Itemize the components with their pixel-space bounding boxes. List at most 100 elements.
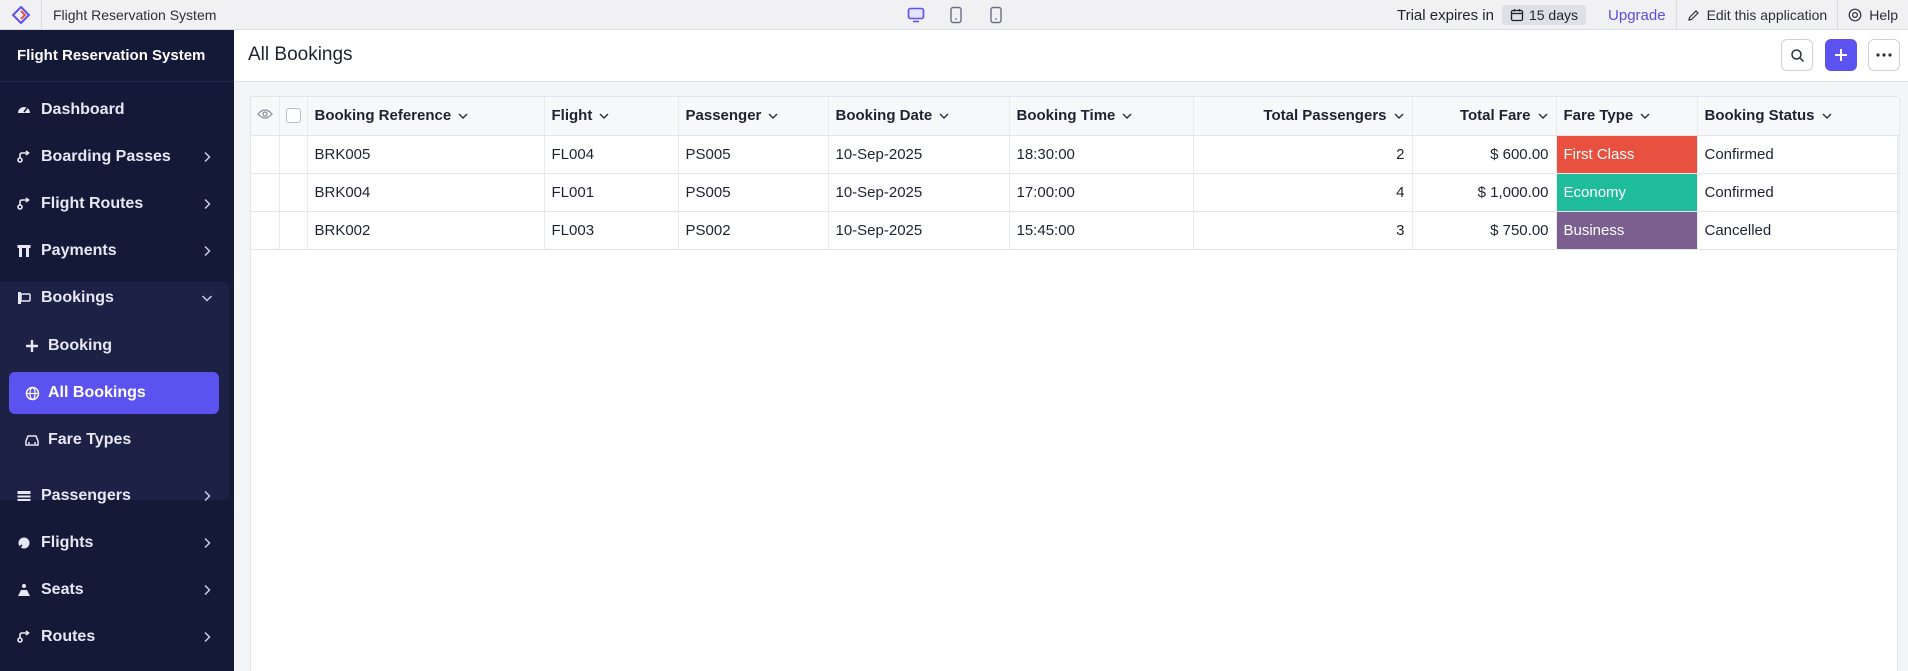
cell-flight: FL004 <box>544 135 679 174</box>
table-row[interactable]: BRK004 FL001 PS005 10-Sep-2025 17:00:00 … <box>251 173 1900 212</box>
column-header-booking-date[interactable]: Booking Date <box>828 97 1010 136</box>
column-header-flight[interactable]: Flight <box>544 97 679 136</box>
search-icon <box>1790 48 1804 62</box>
eye-icon <box>256 109 273 119</box>
column-header-booking-status[interactable]: Booking Status <box>1697 97 1900 136</box>
cell-total-passengers: 2 <box>1193 135 1413 174</box>
mobile-view-icon[interactable] <box>985 4 1007 26</box>
column-header-label: Total Fare <box>1459 107 1531 125</box>
cell-booking-date: 10-Sep-2025 <box>828 135 1010 174</box>
app-logo-icon[interactable] <box>0 0 42 30</box>
tablet-view-icon[interactable] <box>945 4 967 26</box>
sidebar-subitem-fare-types[interactable]: Fare Types <box>9 419 219 461</box>
column-header-total-passengers[interactable]: Total Passengers <box>1193 97 1413 136</box>
column-header-fare-type[interactable]: Fare Type <box>1556 97 1698 136</box>
column-header-booking-time[interactable]: Booking Time <box>1009 97 1194 136</box>
bookings-icon <box>15 289 33 307</box>
sidebar-subitem-label: Booking <box>48 337 112 354</box>
row-select-cell[interactable] <box>279 211 308 250</box>
column-header-booking-reference[interactable]: Booking Reference <box>307 97 545 136</box>
trial-days: 15 days <box>1528 7 1579 23</box>
chevron-down-icon <box>1394 113 1403 119</box>
chevron-down-icon <box>1538 113 1547 119</box>
desktop-view-icon[interactable] <box>905 4 927 26</box>
cell-booking-reference: BRK004 <box>307 173 545 212</box>
cell-booking-date: 10-Sep-2025 <box>828 173 1010 212</box>
upgrade-link[interactable]: Upgrade <box>1608 7 1666 24</box>
flights-icon <box>15 534 33 552</box>
sidebar-item-flights[interactable]: Flights <box>0 523 234 563</box>
payments-icon <box>15 242 33 260</box>
sidebar-item-seats[interactable]: Seats <box>0 570 234 610</box>
column-header-label: Booking Time <box>1016 107 1116 125</box>
chevron-down-icon <box>1122 113 1132 119</box>
sidebar-subitem-all-bookings[interactable]: All Bookings <box>9 372 219 414</box>
seats-icon <box>15 581 33 599</box>
column-visibility-toggle[interactable] <box>251 97 280 136</box>
sidebar-item-passengers[interactable]: Passengers <box>0 476 234 516</box>
sidebar-item-dashboard[interactable]: Dashboard <box>0 90 234 130</box>
sidebar-item-payments[interactable]: Payments <box>0 231 234 271</box>
row-view-cell[interactable] <box>251 173 280 212</box>
sidebar-item-boarding-passes[interactable]: Boarding Passes <box>0 137 234 177</box>
more-options-button[interactable] <box>1868 39 1900 71</box>
help-icon <box>1848 8 1862 22</box>
chevron-right-icon <box>204 584 211 596</box>
row-select-cell[interactable] <box>279 173 308 212</box>
plus-icon <box>23 337 41 355</box>
row-view-cell[interactable] <box>251 211 280 250</box>
cell-booking-time: 18:30:00 <box>1009 135 1194 174</box>
chevron-right-icon <box>204 490 211 502</box>
dashboard-icon <box>15 101 33 119</box>
cell-booking-status: Confirmed <box>1697 173 1900 212</box>
cell-booking-status: Confirmed <box>1697 135 1900 174</box>
car-icon <box>23 431 41 449</box>
cell-fare-type: First Class <box>1556 135 1698 174</box>
top-bar: Flight Reservation System Trial expires … <box>0 0 1908 30</box>
sidebar-item-bookings[interactable]: Bookings <box>0 278 234 318</box>
globe-icon <box>23 384 41 402</box>
sidebar-item-label: Flights <box>41 534 94 551</box>
edit-application-button[interactable]: Edit this application <box>1677 7 1838 23</box>
cell-booking-reference: BRK002 <box>307 211 545 250</box>
cell-total-fare: $ 600.00 <box>1412 135 1557 174</box>
chevron-right-icon <box>204 151 211 163</box>
search-button[interactable] <box>1781 39 1813 71</box>
app-name: Flight Reservation System <box>53 6 217 23</box>
column-header-passenger[interactable]: Passenger <box>678 97 829 136</box>
row-view-cell[interactable] <box>251 135 280 174</box>
column-header-total-fare[interactable]: Total Fare <box>1412 97 1557 136</box>
chevron-right-icon <box>204 245 211 257</box>
chevron-down-icon <box>939 113 949 119</box>
column-header-label: Passenger <box>685 107 762 125</box>
sidebar-item-label: Passengers <box>41 487 131 504</box>
cell-booking-date: 10-Sep-2025 <box>828 211 1010 250</box>
sidebar-item-label: Bookings <box>41 289 114 306</box>
add-booking-button[interactable] <box>1825 39 1857 71</box>
sidebar-item-label: Seats <box>41 581 84 598</box>
cell-booking-reference: BRK005 <box>307 135 545 174</box>
cell-total-passengers: 4 <box>1193 173 1413 212</box>
table-row[interactable]: BRK002 FL003 PS002 10-Sep-2025 15:45:00 … <box>251 211 1900 250</box>
table-header-row: Booking Reference Flight Passenger Booki… <box>251 97 1900 136</box>
column-header-label: Fare Type <box>1563 107 1634 125</box>
table-row[interactable]: BRK005 FL004 PS005 10-Sep-2025 18:30:00 … <box>251 135 1900 174</box>
help-button[interactable]: Help <box>1838 7 1908 23</box>
trial-days-badge: 15 days <box>1501 5 1587 25</box>
sidebar-item-label: Payments <box>41 242 117 259</box>
chevron-down-icon <box>1640 113 1650 119</box>
sidebar-item-flight-routes[interactable]: Flight Routes <box>0 184 234 224</box>
cell-passenger: PS005 <box>678 173 829 212</box>
row-select-cell[interactable] <box>279 135 308 174</box>
routes-icon <box>15 628 33 646</box>
sidebar-item-label: Boarding Passes <box>41 148 171 165</box>
sidebar-item-routes[interactable]: Routes <box>0 617 234 657</box>
sidebar: Flight Reservation System Dashboard Boar… <box>0 30 234 671</box>
select-all-checkbox[interactable] <box>285 108 301 124</box>
column-header-label: Booking Status <box>1704 107 1815 125</box>
cell-flight: FL003 <box>544 211 679 250</box>
cell-fare-type: Economy <box>1556 173 1698 212</box>
column-header-label: Booking Date <box>835 107 933 125</box>
sidebar-subitem-booking[interactable]: Booking <box>9 325 219 367</box>
cell-passenger: PS002 <box>678 211 829 250</box>
